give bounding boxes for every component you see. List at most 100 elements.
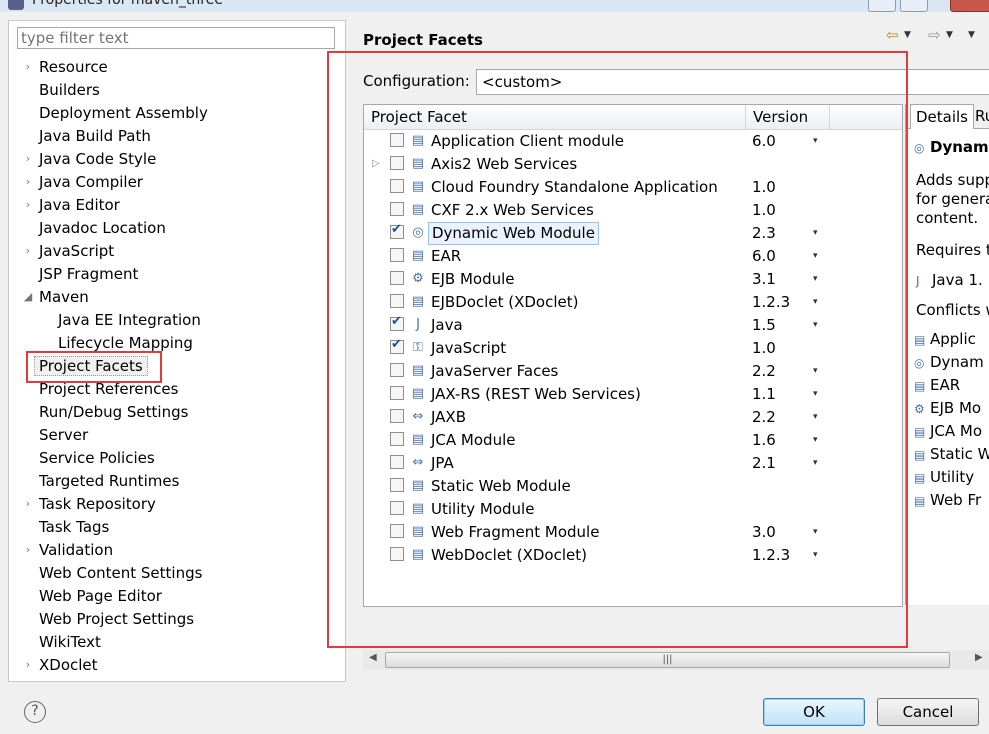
help-button[interactable]: ? (24, 701, 46, 723)
conflict-label: Static W (930, 445, 989, 463)
tree-item[interactable]: › XDoclet (26, 654, 98, 676)
conflict-label: Utility (930, 468, 975, 486)
conflict-label: EAR (930, 376, 961, 394)
collapsed-arrow-icon[interactable]: › (23, 148, 33, 170)
tree-item[interactable]: Run/Debug Settings (39, 401, 188, 423)
back-arrow-icon[interactable]: ⇦ (886, 26, 899, 44)
details-desc-line: Adds supp (916, 171, 989, 189)
tree-item-label: Server (39, 426, 89, 444)
collapsed-arrow-icon[interactable]: › (23, 171, 33, 193)
view-menu-chevron-icon[interactable]: ▼ (968, 30, 975, 40)
collapsed-arrow-icon[interactable]: › (23, 493, 33, 515)
highlight-box-nav (26, 351, 162, 383)
details-desc-line: content. (916, 209, 979, 227)
tree-item[interactable]: Java EE Integration (58, 309, 201, 331)
conflict-label: Applic (930, 330, 976, 348)
conflict-item: ▤ EAR (914, 376, 960, 394)
tab-runtimes[interactable]: Ru (970, 104, 989, 128)
tree-item[interactable]: Web Page Editor (39, 585, 162, 607)
tree-item[interactable]: › Resource (26, 56, 108, 78)
tree-item[interactable]: Targeted Runtimes (39, 470, 179, 492)
details-desc-line: for genera (916, 190, 989, 208)
tree-item-label: Lifecycle Mapping (58, 334, 193, 352)
details-heading: ◎ Dynam (914, 138, 989, 156)
tree-item[interactable]: › Java Compiler (26, 171, 143, 193)
tree-item-label: JSP Fragment (39, 265, 139, 283)
conflict-item: ▤ Web Fr (914, 491, 981, 509)
globe-icon: ◎ (914, 141, 925, 155)
collapsed-arrow-icon[interactable]: › (23, 654, 33, 676)
page-icon: ▤ (914, 333, 926, 347)
tree-item[interactable]: Builders (39, 79, 100, 101)
tree-item-label: Java Editor (39, 196, 120, 214)
tree-item-label: Task Tags (39, 518, 110, 536)
page-title: Project Facets (363, 31, 483, 49)
tree-item[interactable]: Server (39, 424, 88, 446)
expanded-arrow-icon[interactable]: ◢ (23, 286, 33, 308)
tree-item-label: Task Repository (39, 495, 156, 513)
tree-item[interactable]: ◢ Maven (24, 286, 89, 308)
forward-arrow-icon[interactable]: ⇨ (928, 26, 941, 44)
tree-item[interactable]: › Java Code Style (26, 148, 157, 170)
highlight-box-facets (327, 51, 908, 648)
tree-item[interactable]: Deployment Assembly (39, 102, 208, 124)
conflict-item: ▤ Applic (914, 330, 976, 348)
tree-item-label: Web Project Settings (39, 610, 195, 628)
tree-item[interactable]: › Java Editor (26, 194, 120, 216)
requires-label: Requires t (916, 241, 989, 259)
conflicts-label: Conflicts w (916, 301, 989, 319)
scroll-left-icon[interactable]: ◀ (369, 652, 377, 663)
tree-item-label: Targeted Runtimes (39, 472, 180, 490)
back-menu-chevron-icon[interactable]: ▼ (904, 30, 911, 40)
tree-item[interactable]: JSP Fragment (39, 263, 138, 285)
tree-item[interactable]: Javadoc Location (39, 217, 166, 239)
page-icon: ▤ (914, 425, 926, 439)
tree-item-label: Run/Debug Settings (39, 403, 189, 421)
tree-item[interactable]: › JavaScript (26, 240, 114, 262)
collapsed-arrow-icon[interactable]: › (23, 56, 33, 78)
scrollbar-thumb[interactable]: ||| (385, 652, 950, 668)
conflict-item: ◎ Dynam (914, 353, 984, 371)
horizontal-scrollbar[interactable]: ◀ ||| ▶ (363, 650, 989, 670)
tree-item[interactable]: WikiText (39, 631, 101, 653)
close-button[interactable] (950, 0, 989, 12)
tree-item[interactable]: Web Project Settings (39, 608, 194, 630)
tree-item[interactable]: Java Build Path (39, 125, 151, 147)
tree-item[interactable]: › Validation (26, 539, 113, 561)
ok-button[interactable]: OK (763, 698, 865, 726)
tree-item[interactable]: Service Policies (39, 447, 155, 469)
conflict-label: JCA Mo (930, 422, 983, 440)
tree-item-label: WikiText (39, 633, 101, 651)
collapsed-arrow-icon[interactable]: › (23, 194, 33, 216)
tree-item-label: Java Compiler (39, 173, 143, 191)
tree-item-label: Service Policies (39, 449, 155, 467)
scroll-right-icon[interactable]: ▶ (975, 652, 983, 663)
minimize-button[interactable] (868, 0, 896, 12)
conflict-item: ▤ JCA Mo (914, 422, 982, 440)
forward-menu-chevron-icon[interactable]: ▼ (946, 30, 953, 40)
tree-item[interactable]: Task Tags (39, 516, 109, 538)
details-panel: Details Ru ◎ Dynam Adds supp for genera c… (905, 104, 989, 605)
globe-icon: ◎ (914, 356, 925, 370)
conflict-item: ▤ Static W (914, 445, 989, 463)
maximize-button[interactable] (900, 0, 928, 12)
tree-item-label: Builders (39, 81, 100, 99)
tab-details[interactable]: Details (910, 104, 975, 129)
tree-item-label: Java EE Integration (58, 311, 201, 329)
filter-input[interactable] (17, 27, 335, 49)
conflict-label: EJB Mo (930, 399, 982, 417)
bean-icon: ⚙ (914, 402, 925, 416)
tree-item-label: Web Content Settings (39, 564, 203, 582)
tree-item-label: Javadoc Location (39, 219, 166, 237)
tree-item[interactable]: Web Content Settings (39, 562, 202, 584)
collapsed-arrow-icon[interactable]: › (23, 539, 33, 561)
tree-item-label: XDoclet (39, 656, 98, 674)
cancel-button[interactable]: Cancel (877, 698, 979, 726)
conflict-item: ⚙ EJB Mo (914, 399, 981, 417)
title-bar: Properties for maven_three (0, 0, 989, 12)
tree-item[interactable]: › Task Repository (26, 493, 156, 515)
collapsed-arrow-icon[interactable]: › (23, 240, 33, 262)
app-icon (8, 0, 24, 10)
tree-item-label: Deployment Assembly (39, 104, 208, 122)
requires-item: J Java 1. (916, 271, 983, 289)
